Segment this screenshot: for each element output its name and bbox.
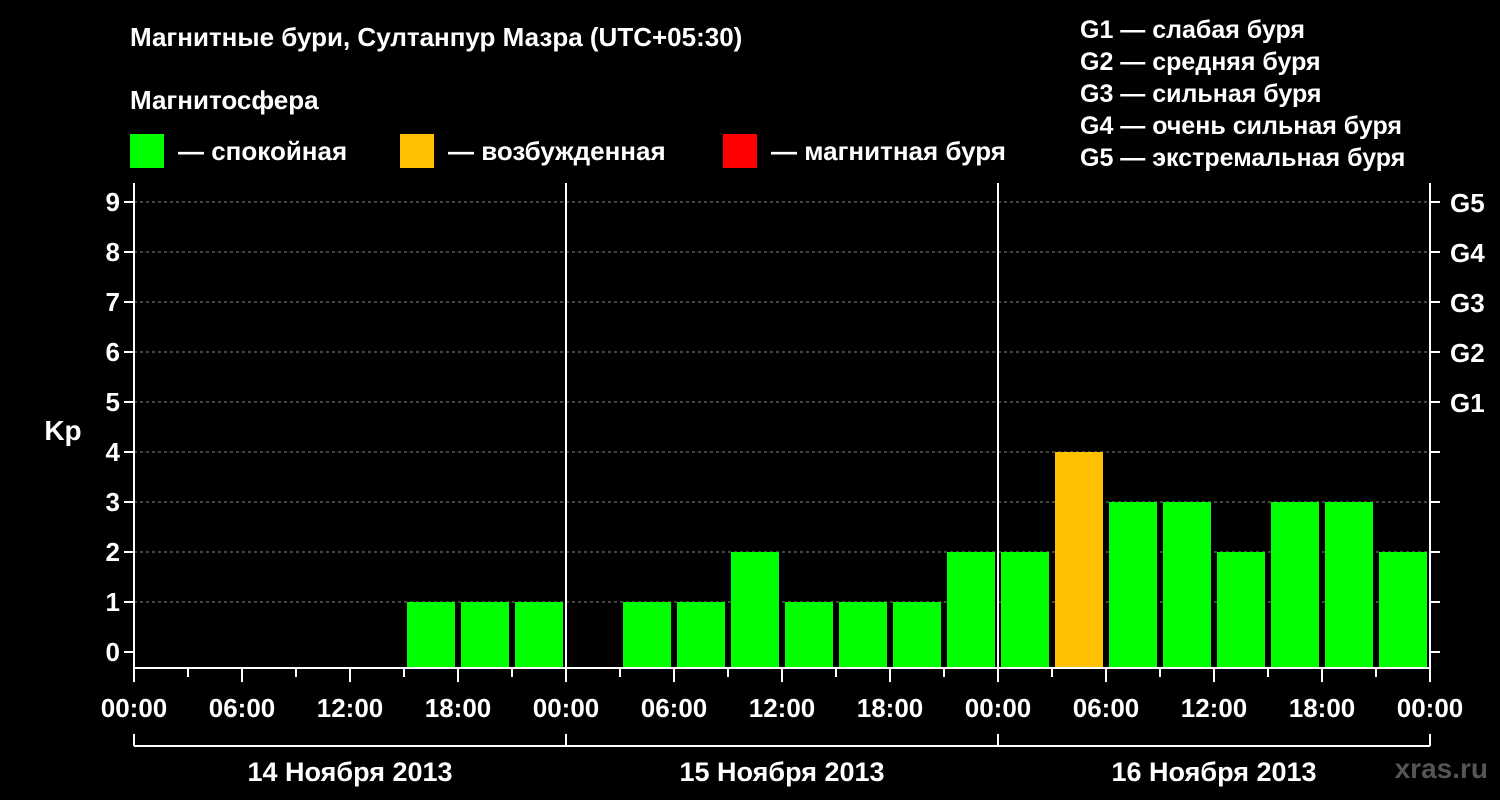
kp-bar: [1379, 552, 1427, 668]
x-tick-label: 12:00: [749, 693, 816, 723]
y-tick-label: 9: [106, 187, 120, 217]
kp-bar: [1055, 452, 1103, 668]
kp-bar: [947, 552, 995, 668]
kp-bar: [677, 602, 725, 668]
kp-bar: [407, 602, 455, 668]
x-tick-label: 00:00: [533, 693, 600, 723]
g-tick-label: G1: [1450, 388, 1485, 418]
g-tick-label: G3: [1450, 288, 1485, 318]
day-label: 15 Ноября 2013: [679, 757, 884, 787]
y-tick-label: 4: [106, 437, 121, 467]
x-tick-label: 06:00: [1073, 693, 1140, 723]
y-tick-label: 0: [106, 637, 120, 667]
x-tick-label: 00:00: [101, 693, 168, 723]
y-tick-label: 7: [106, 287, 120, 317]
kp-bar: [1217, 552, 1265, 668]
kp-chart: 0 1 2 3 4 5 6 7 8 9 G1 G2 G3 G4 G5 Kp 00:00 06:00 12:00 18:…: [44, 183, 1485, 787]
kp-bar: [623, 602, 671, 668]
y-tick-label: 3: [106, 487, 120, 517]
g-tick-label: G5: [1450, 188, 1485, 218]
g-tick-label: G2: [1450, 338, 1485, 368]
x-tick-label: 06:00: [641, 693, 708, 723]
x-tick-label: 00:00: [1397, 693, 1464, 723]
kp-bar: [893, 602, 941, 668]
watermark: xras.ru: [1394, 753, 1488, 784]
y-tick-label: 6: [106, 337, 120, 367]
kp-bar: [1001, 552, 1049, 668]
kp-bar: [1271, 502, 1319, 668]
x-tick-label: 12:00: [317, 693, 384, 723]
y-tick-label: 5: [106, 387, 120, 417]
y-axis-label: Kp: [44, 415, 81, 446]
kp-bar: [515, 602, 563, 668]
day-label: 16 Ноября 2013: [1111, 757, 1316, 787]
kp-bar: [785, 602, 833, 668]
y-tick-label: 1: [106, 587, 120, 617]
y-tick-label: 8: [106, 237, 120, 267]
kp-bar: [1325, 502, 1373, 668]
kp-bar: [461, 602, 509, 668]
x-tick-label: 00:00: [965, 693, 1032, 723]
day-label: 14 Ноября 2013: [247, 757, 452, 787]
kp-bar: [731, 552, 779, 668]
y-tick-label: 2: [106, 537, 120, 567]
x-tick-label: 18:00: [1289, 693, 1356, 723]
x-tick-label: 06:00: [209, 693, 276, 723]
kp-bar: [839, 602, 887, 668]
x-tick-label: 18:00: [857, 693, 924, 723]
x-tick-label: 12:00: [1181, 693, 1248, 723]
kp-bar: [1109, 502, 1157, 668]
g-tick-label: G4: [1450, 238, 1485, 268]
x-tick-label: 18:00: [425, 693, 492, 723]
kp-bar: [1163, 502, 1211, 668]
